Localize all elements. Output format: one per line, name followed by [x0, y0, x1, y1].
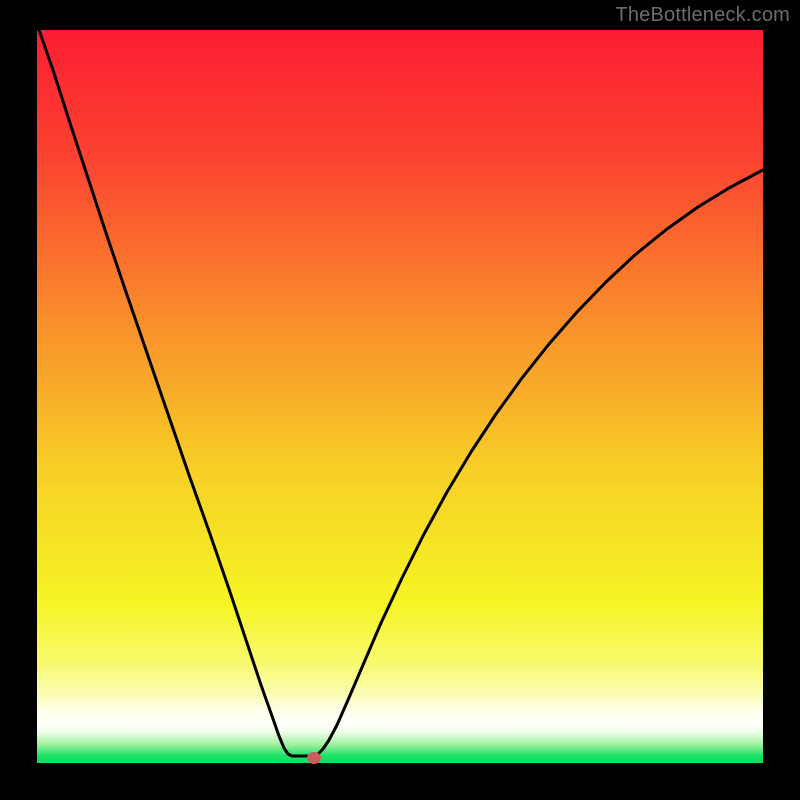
bottleneck-curve-chart	[0, 0, 800, 800]
watermark-text: TheBottleneck.com	[615, 4, 790, 27]
gradient-background	[37, 30, 763, 763]
optimal-point-marker	[307, 752, 321, 764]
chart-frame: TheBottleneck.com	[0, 0, 800, 800]
